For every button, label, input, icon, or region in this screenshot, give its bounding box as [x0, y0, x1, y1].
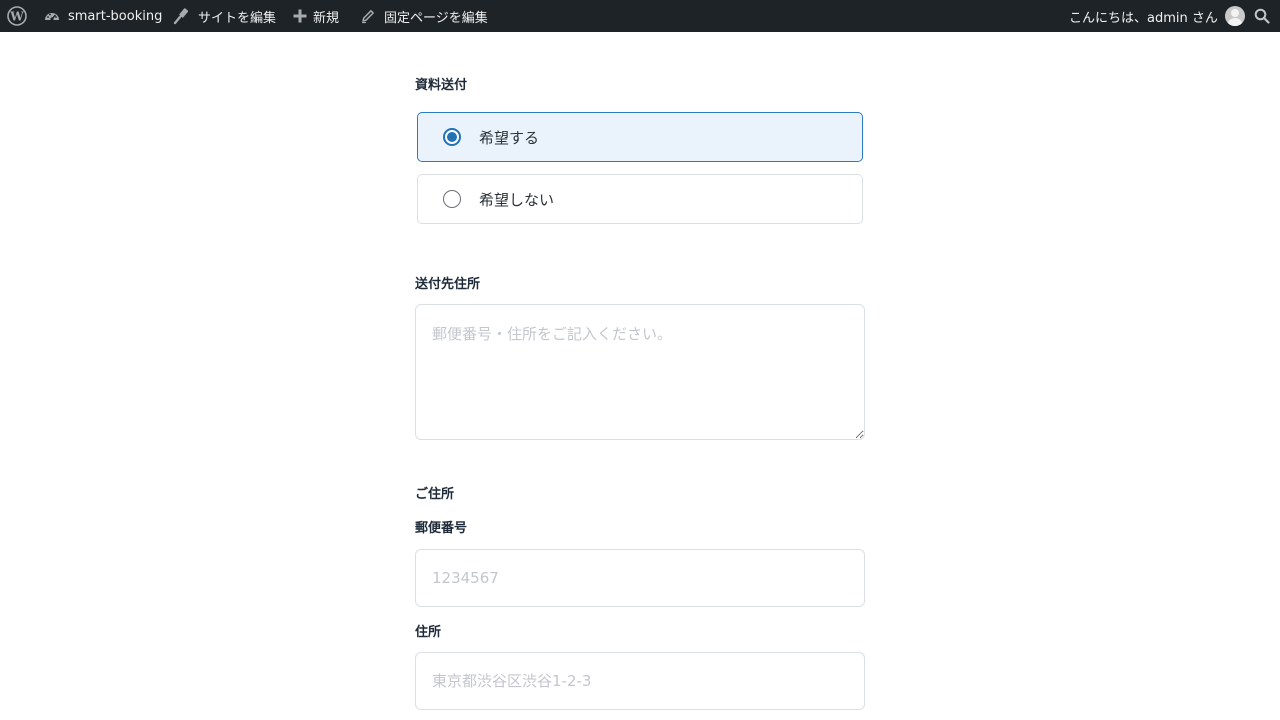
radio-option-not-want[interactable]: 希望しない — [417, 174, 863, 224]
radio-button-checked[interactable] — [443, 128, 461, 146]
customize-label: サイトを編集 — [198, 10, 277, 26]
radio-option-want[interactable]: 希望する — [417, 112, 863, 162]
postal-code-input[interactable] — [415, 549, 865, 607]
send-address-textarea[interactable] — [415, 304, 865, 440]
pencil-icon — [360, 8, 376, 24]
material-send-label: 資料送付 — [415, 78, 468, 93]
edit-page-label: 固定ページを編集 — [384, 10, 488, 26]
avatar — [1224, 6, 1245, 26]
new-label: 新規 — [313, 10, 340, 26]
send-address-label: 送付先住所 — [415, 277, 481, 292]
wordpress-logo-icon[interactable]: W — [7, 0, 27, 32]
radio-option-label: 希望する — [479, 128, 540, 147]
radio-button-unchecked[interactable] — [443, 190, 461, 208]
admin-bar-edit-page[interactable]: 固定ページを編集 — [360, 0, 488, 32]
admin-bar: W smart-booking サイトを編集 新規 固定ページを編集 こんにちは… — [0, 0, 1280, 32]
admin-bar-new[interactable]: 新規 — [293, 0, 339, 32]
svg-text:W: W — [9, 10, 24, 24]
dashboard-icon — [43, 7, 61, 25]
search-icon[interactable] — [1254, 0, 1270, 32]
admin-bar-site-name[interactable]: smart-booking — [43, 0, 162, 32]
site-name-label: smart-booking — [68, 8, 163, 24]
account-greeting: こんにちは、admin さん — [1069, 10, 1218, 26]
paintbrush-icon — [173, 7, 191, 25]
address-input[interactable] — [415, 652, 865, 710]
radio-option-label: 希望しない — [479, 190, 555, 209]
postal-code-label: 郵便番号 — [415, 521, 468, 536]
plus-icon — [293, 9, 307, 23]
address-label: 住所 — [415, 625, 442, 640]
admin-bar-customize[interactable]: サイトを編集 — [173, 0, 276, 32]
home-address-section-label: ご住所 — [415, 487, 455, 502]
admin-bar-account[interactable]: こんにちは、admin さん — [1069, 0, 1245, 32]
